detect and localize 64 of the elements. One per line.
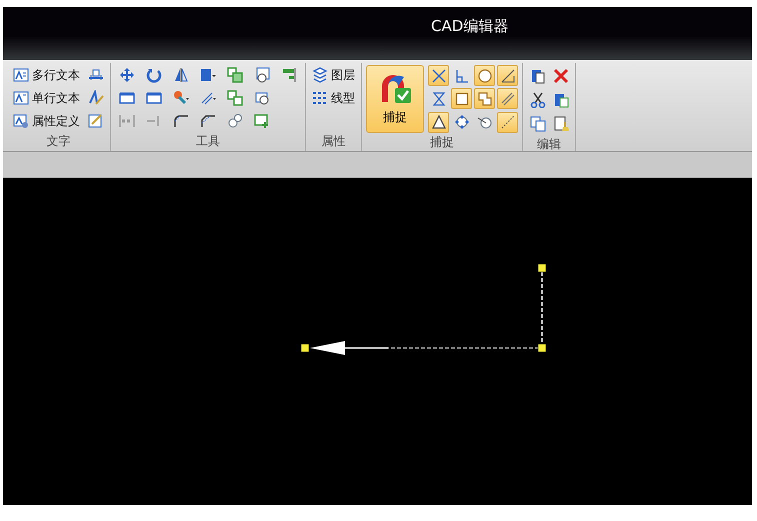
snap-mode-button[interactable] xyxy=(428,65,449,86)
snap-button[interactable]: 捕捉 xyxy=(366,65,424,133)
parallel-icon xyxy=(500,90,516,107)
copy-icon xyxy=(530,116,546,132)
paste-special-icon xyxy=(552,92,568,108)
window-title: CAD编辑器 xyxy=(431,16,510,37)
move-icon xyxy=(119,67,135,83)
color-pick-icon xyxy=(173,90,189,106)
edit-text-icon xyxy=(88,113,104,129)
layers-icon xyxy=(312,67,328,83)
block-icon xyxy=(254,67,270,83)
hatch-menu-icon xyxy=(200,90,216,106)
grip-point[interactable] xyxy=(538,344,546,352)
fill-menu-icon xyxy=(200,67,216,83)
snap-mode-button[interactable] xyxy=(428,112,449,133)
hourglass-icon xyxy=(430,90,446,107)
text-tool-button[interactable]: 单行文本 xyxy=(11,87,82,109)
dashed-line xyxy=(541,272,543,344)
text-style-icon xyxy=(88,90,104,106)
overlap-icon xyxy=(476,90,492,107)
mirror-icon xyxy=(173,67,189,83)
break-icon xyxy=(119,113,135,129)
triangle-icon xyxy=(430,114,446,130)
attribute-icon xyxy=(13,113,29,129)
grip-point[interactable] xyxy=(300,344,310,352)
fillet-icon xyxy=(173,113,189,129)
linetype-icon xyxy=(312,90,328,106)
cut-icon xyxy=(530,92,546,108)
group-label: 编辑 xyxy=(536,136,562,153)
snap-mode-button[interactable] xyxy=(474,65,495,86)
text-box-icon xyxy=(13,90,29,106)
group-label: 捕捉 xyxy=(429,134,455,151)
delete-icon xyxy=(552,68,568,84)
intersection-icon xyxy=(430,68,446,84)
rotate-icon xyxy=(146,67,162,83)
property-button[interactable]: 图层 xyxy=(310,64,357,86)
circle-icon xyxy=(476,68,492,84)
snap-mode-button[interactable] xyxy=(474,88,495,110)
diamond-icon xyxy=(454,114,470,130)
align-icon xyxy=(281,67,297,83)
dotted-line-icon xyxy=(500,114,516,130)
scale-icon xyxy=(146,90,162,106)
chamfer-icon xyxy=(200,113,216,129)
snap-mode-button[interactable] xyxy=(451,88,472,110)
property-button[interactable]: 线型 xyxy=(310,87,357,109)
trim-icon xyxy=(146,113,162,129)
copy-shape-icon xyxy=(227,90,243,106)
grip-point[interactable] xyxy=(538,264,546,272)
paste-icon xyxy=(530,68,546,84)
perpendicular-icon xyxy=(454,68,470,84)
group-label: 工具 xyxy=(195,133,221,150)
join-icon xyxy=(227,113,243,129)
clear-icon xyxy=(552,116,568,132)
tangent-icon xyxy=(500,68,516,84)
text-box-icon xyxy=(13,67,29,83)
text-tool-button[interactable]: 属性定义 xyxy=(11,110,82,132)
group-label: 属性 xyxy=(320,133,346,150)
snap-mode-button[interactable] xyxy=(497,65,518,86)
add-block-icon xyxy=(254,113,270,129)
group-label: 文字 xyxy=(46,133,72,150)
square-icon xyxy=(454,90,470,107)
text-tool-button[interactable]: 多行文本 xyxy=(11,64,82,86)
stretch-icon xyxy=(119,90,135,106)
copy-shape-icon xyxy=(227,67,243,83)
